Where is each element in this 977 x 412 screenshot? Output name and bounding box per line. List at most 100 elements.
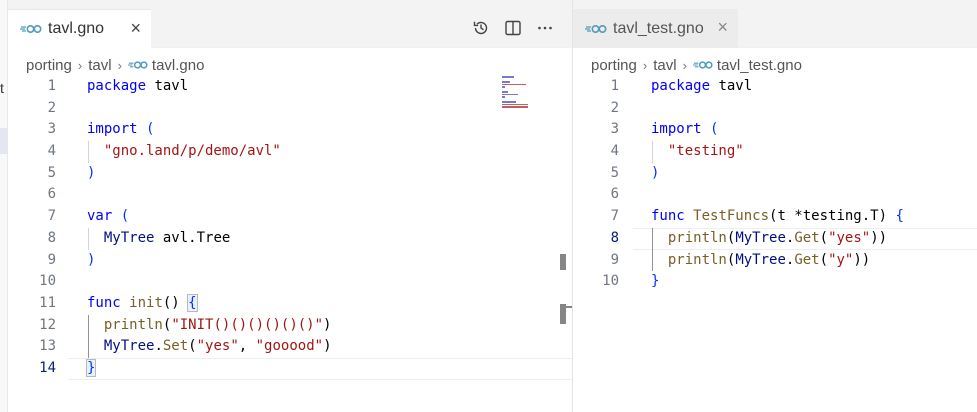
code-line[interactable]: 3 import ( bbox=[8, 119, 572, 141]
code-line[interactable]: 12 println("INIT()()()()()()") bbox=[8, 315, 572, 337]
code-token: func bbox=[651, 208, 685, 225]
code-line[interactable]: 4 "testing" bbox=[573, 141, 977, 163]
tab-tavl-gno[interactable]: tavl.gno × bbox=[8, 9, 151, 48]
tab-label: tavl_test.gno bbox=[613, 19, 704, 37]
code-line[interactable]: 2 bbox=[8, 98, 572, 120]
line-number: 1 bbox=[47, 78, 56, 94]
current-line-highlight bbox=[68, 357, 572, 380]
breadcrumb-separator: › bbox=[117, 57, 122, 73]
code-editor[interactable]: 1 package tavl 2 3 import (4 "gno.land/p/dem… bbox=[8, 76, 572, 380]
code-line[interactable]: 6 bbox=[8, 184, 572, 206]
breadcrumb: porting › tavl › tavl_test.gno bbox=[591, 55, 802, 75]
code-line[interactable]: 1 package tavl bbox=[573, 76, 977, 98]
code-token: ) bbox=[323, 338, 332, 355]
code-line[interactable]: 2 bbox=[573, 98, 977, 120]
code-line[interactable]: 10} bbox=[573, 271, 977, 293]
indent-guide bbox=[88, 141, 89, 163]
code-line[interactable]: 1 package tavl bbox=[8, 76, 572, 98]
line-number: 3 bbox=[610, 121, 619, 138]
line-number: 1 bbox=[610, 78, 619, 94]
code-line[interactable]: 9) bbox=[8, 250, 572, 272]
code-editor[interactable]: 1 package tavl 2 3 import (4 "testing" 5) 6 7 fu… bbox=[573, 76, 977, 293]
code-text: import ( bbox=[87, 119, 154, 141]
code-line[interactable]: 3 import ( bbox=[573, 119, 977, 141]
go-file-icon bbox=[127, 60, 148, 70]
line-number: 4 bbox=[610, 143, 619, 160]
code-text: println(MyTree.Get("y")) bbox=[651, 250, 870, 272]
indent-guide bbox=[652, 227, 653, 272]
code-token: "yes" bbox=[828, 229, 871, 246]
split-editor-icon[interactable] bbox=[504, 19, 522, 37]
code-token: println bbox=[667, 229, 727, 246]
code-line[interactable]: 5) bbox=[8, 163, 572, 185]
code-token: )) bbox=[870, 229, 888, 246]
more-actions-icon[interactable] bbox=[536, 19, 554, 37]
sidebar-text-fragment: t bbox=[0, 80, 4, 96]
sidebar-selection bbox=[0, 128, 8, 154]
line-number: 7 bbox=[47, 208, 56, 225]
breadcrumb-separator: › bbox=[642, 57, 648, 73]
code-line[interactable]: 9 println(MyTree.Get("y")) bbox=[573, 250, 977, 272]
line-number: 7 bbox=[610, 208, 619, 225]
tab-tavl-test-gno[interactable]: tavl_test.gno × bbox=[573, 9, 738, 48]
code-token: , bbox=[238, 338, 256, 355]
breadcrumb-separator: › bbox=[682, 57, 687, 73]
code-token: import bbox=[651, 121, 702, 138]
code-token: import bbox=[87, 121, 138, 138]
scrollbar-marker[interactable] bbox=[560, 254, 566, 270]
code-line[interactable]: 7 func TestFuncs(t *testing.T) { bbox=[573, 206, 977, 228]
go-file-icon bbox=[692, 60, 713, 70]
code-text: ) bbox=[87, 163, 95, 185]
code-line[interactable]: 8 println(MyTree.Get("yes")) bbox=[573, 227, 977, 250]
breadcrumb-separator: › bbox=[77, 57, 83, 73]
code-token: package bbox=[87, 78, 147, 94]
code-line[interactable]: 6 bbox=[573, 184, 977, 206]
code-line[interactable]: 4 "gno.land/p/demo/avl" bbox=[8, 141, 572, 163]
code-text: println("INIT()()()()()()") bbox=[87, 315, 332, 337]
code-line[interactable]: 5) bbox=[573, 163, 977, 185]
code-line[interactable]: 7 var ( bbox=[8, 206, 572, 228]
code-token: "testing" bbox=[667, 143, 744, 160]
code-token: var bbox=[87, 208, 113, 225]
code-text: ) bbox=[87, 250, 95, 272]
code-line[interactable]: 13 MyTree.Set("yes", "gooood") bbox=[8, 336, 572, 358]
code-token: } bbox=[85, 358, 97, 377]
editor-group-right: tavl_test.gno × porting › tavl › tavl_te… bbox=[572, 0, 977, 412]
close-tab-icon[interactable]: × bbox=[717, 18, 728, 36]
code-token: ) bbox=[87, 251, 96, 268]
code-line[interactable]: 8 MyTree avl.Tree bbox=[8, 228, 572, 250]
tab-bar: tavl_test.gno × bbox=[573, 0, 977, 48]
code-line[interactable]: 11 func init() { bbox=[8, 293, 572, 315]
breadcrumb-folder-porting[interactable]: porting bbox=[591, 57, 637, 74]
sidebar-edge: t bbox=[0, 0, 8, 412]
close-tab-icon[interactable]: × bbox=[130, 19, 141, 37]
code-token: package bbox=[651, 78, 711, 94]
code-token: func bbox=[87, 294, 121, 311]
line-number: 8 bbox=[610, 229, 619, 246]
code-text: var ( bbox=[87, 206, 129, 228]
breadcrumb-folder-tavl[interactable]: tavl bbox=[653, 57, 676, 74]
breadcrumb-file[interactable]: tavl_test.gno bbox=[692, 57, 802, 74]
code-token: (t *testing.T) bbox=[769, 208, 896, 225]
code-token: ) bbox=[87, 164, 96, 181]
breadcrumb-folder-porting[interactable]: porting bbox=[26, 57, 72, 74]
line-number: 5 bbox=[610, 164, 619, 181]
code-token: { bbox=[187, 293, 198, 312]
breadcrumb-file-label: tavl.gno bbox=[151, 56, 205, 74]
code-token: TestFuncs bbox=[693, 208, 770, 225]
history-icon[interactable] bbox=[472, 19, 490, 37]
code-token: ) bbox=[651, 164, 660, 181]
code-token: ( bbox=[819, 251, 829, 268]
code-line[interactable]: 10 bbox=[8, 271, 572, 293]
code-token: MyTree bbox=[735, 251, 786, 268]
minimap[interactable] bbox=[502, 76, 540, 108]
code-token: )) bbox=[853, 251, 871, 268]
breadcrumb-folder-tavl[interactable]: tavl bbox=[88, 57, 111, 74]
line-number: 9 bbox=[610, 251, 619, 268]
code-line[interactable]: 14} bbox=[8, 357, 572, 380]
breadcrumb-file[interactable]: tavl.gno bbox=[127, 56, 205, 74]
go-file-icon bbox=[585, 24, 607, 34]
